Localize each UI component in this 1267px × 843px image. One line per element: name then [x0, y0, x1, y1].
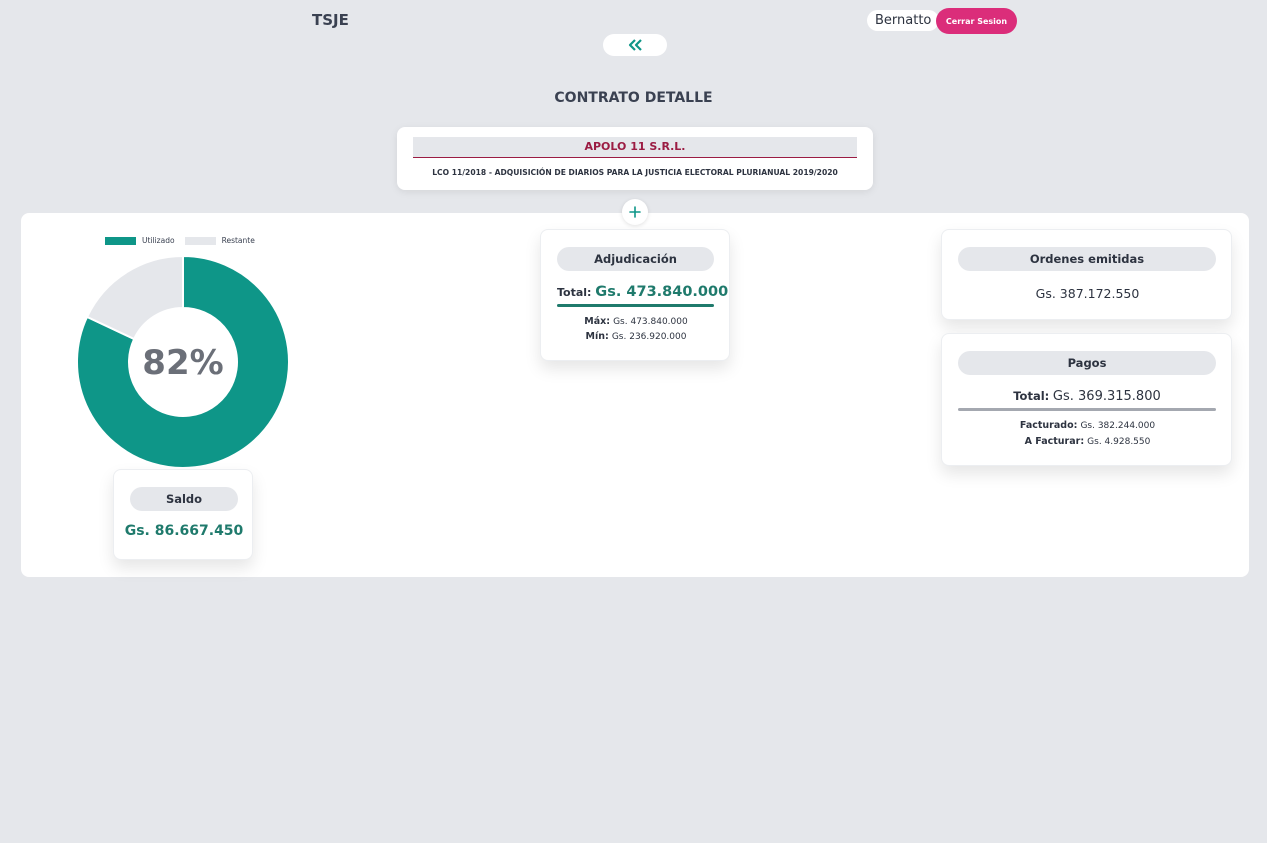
company-name: APOLO 11 S.R.L.	[413, 137, 857, 158]
adjudicacion-min-label: Mín:	[585, 331, 609, 342]
pagos-title: Pagos	[958, 351, 1216, 375]
pagos-total-label: Total:	[1013, 389, 1050, 403]
ordenes-value: Gs. 387.172.550	[1035, 286, 1140, 301]
saldo-title: Saldo	[130, 487, 238, 511]
pagos-total-value: Gs. 369.315.800	[1052, 389, 1161, 404]
contract-card: APOLO 11 S.R.L. LCO 11/2018 - ADQUISICIÓ…	[397, 127, 873, 190]
legend-swatch-utilizado	[105, 236, 136, 245]
adjudicacion-total: Total: Gs. 473.840.000	[557, 284, 728, 300]
adjudicacion-card: Adjudicación Total: Gs. 473.840.000 Máx:…	[540, 229, 730, 361]
adjudicacion-title: Adjudicación	[557, 247, 714, 271]
adjudicacion-min-value: Gs. 236.920.000	[611, 332, 687, 342]
adjudicacion-divider	[557, 304, 714, 307]
adjudicacion-min: Mín: Gs. 236.920.000	[541, 331, 731, 342]
pagos-facturado-label: Facturado:	[1019, 420, 1078, 431]
plus-icon	[629, 206, 641, 218]
expand-button[interactable]	[622, 199, 648, 225]
double-chevron-left-icon	[628, 39, 642, 51]
legend-swatch-restante	[184, 236, 216, 245]
legend-label-restante: Restante	[221, 236, 255, 245]
pagos-afacturar-value: Gs. 4.928.550	[1087, 437, 1151, 447]
ordenes-card: Ordenes emitidas Gs. 387.172.550	[941, 229, 1232, 320]
saldo-card: Saldo Gs. 86.667.450	[113, 469, 253, 560]
app-title: TSJE	[312, 11, 349, 29]
user-name: Bernatto	[867, 10, 940, 31]
legend-label-utilizado: Utilizado	[142, 236, 175, 245]
pagos-total: Total: Gs. 369.315.800	[958, 389, 1216, 404]
legend-item-restante[interactable]: Restante	[184, 236, 255, 245]
contract-description: LCO 11/2018 - ADQUISICIÓN DE DIARIOS PAR…	[432, 168, 838, 177]
ordenes-title: Ordenes emitidas	[958, 247, 1216, 271]
adjudicacion-total-value: Gs. 473.840.000	[595, 284, 729, 300]
pagos-afacturar: A Facturar: Gs. 4.928.550	[942, 436, 1233, 447]
adjudicacion-max: Máx: Gs. 473.840.000	[541, 316, 731, 327]
pagos-facturado-value: Gs. 382.244.000	[1080, 421, 1156, 431]
page-title: CONTRATO DETALLE	[554, 90, 713, 106]
pagos-divider	[958, 408, 1216, 411]
saldo-value: Gs. 86.667.450	[124, 523, 244, 539]
logout-button[interactable]: Cerrar Sesion	[936, 8, 1017, 34]
donut-center-label: 82%	[142, 343, 223, 383]
legend-item-utilizado[interactable]: Utilizado	[105, 236, 175, 245]
back-button[interactable]	[603, 34, 667, 56]
adjudicacion-max-label: Máx:	[584, 316, 611, 327]
adjudicacion-total-label: Total:	[557, 286, 592, 299]
adjudicacion-max-value: Gs. 473.840.000	[613, 317, 688, 327]
usage-donut-chart: 82%	[77, 256, 289, 468]
pagos-afacturar-label: A Facturar:	[1024, 436, 1085, 447]
pagos-card: Pagos Total: Gs. 369.315.800 Facturado: …	[941, 333, 1232, 466]
chart-legend: Utilizado Restante	[105, 236, 265, 245]
pagos-facturado: Facturado: Gs. 382.244.000	[942, 420, 1233, 431]
